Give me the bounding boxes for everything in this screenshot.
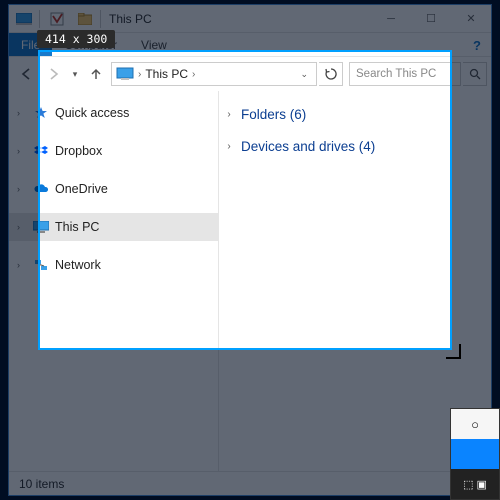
dim-overlay [452, 50, 500, 350]
toolbar-row[interactable]: ○ [451, 409, 499, 439]
toolbar-row-selected[interactable] [451, 439, 499, 469]
resize-handle-br[interactable] [444, 342, 462, 360]
toolbar-row-dark[interactable]: ⬚ ▣ [451, 469, 499, 499]
capture-dimensions-label: 414 x 300 [37, 30, 115, 48]
capture-region[interactable] [38, 50, 452, 350]
dim-overlay [0, 350, 500, 500]
dim-overlay [0, 50, 38, 350]
snip-toolbar: ○ ⬚ ▣ [450, 408, 500, 500]
